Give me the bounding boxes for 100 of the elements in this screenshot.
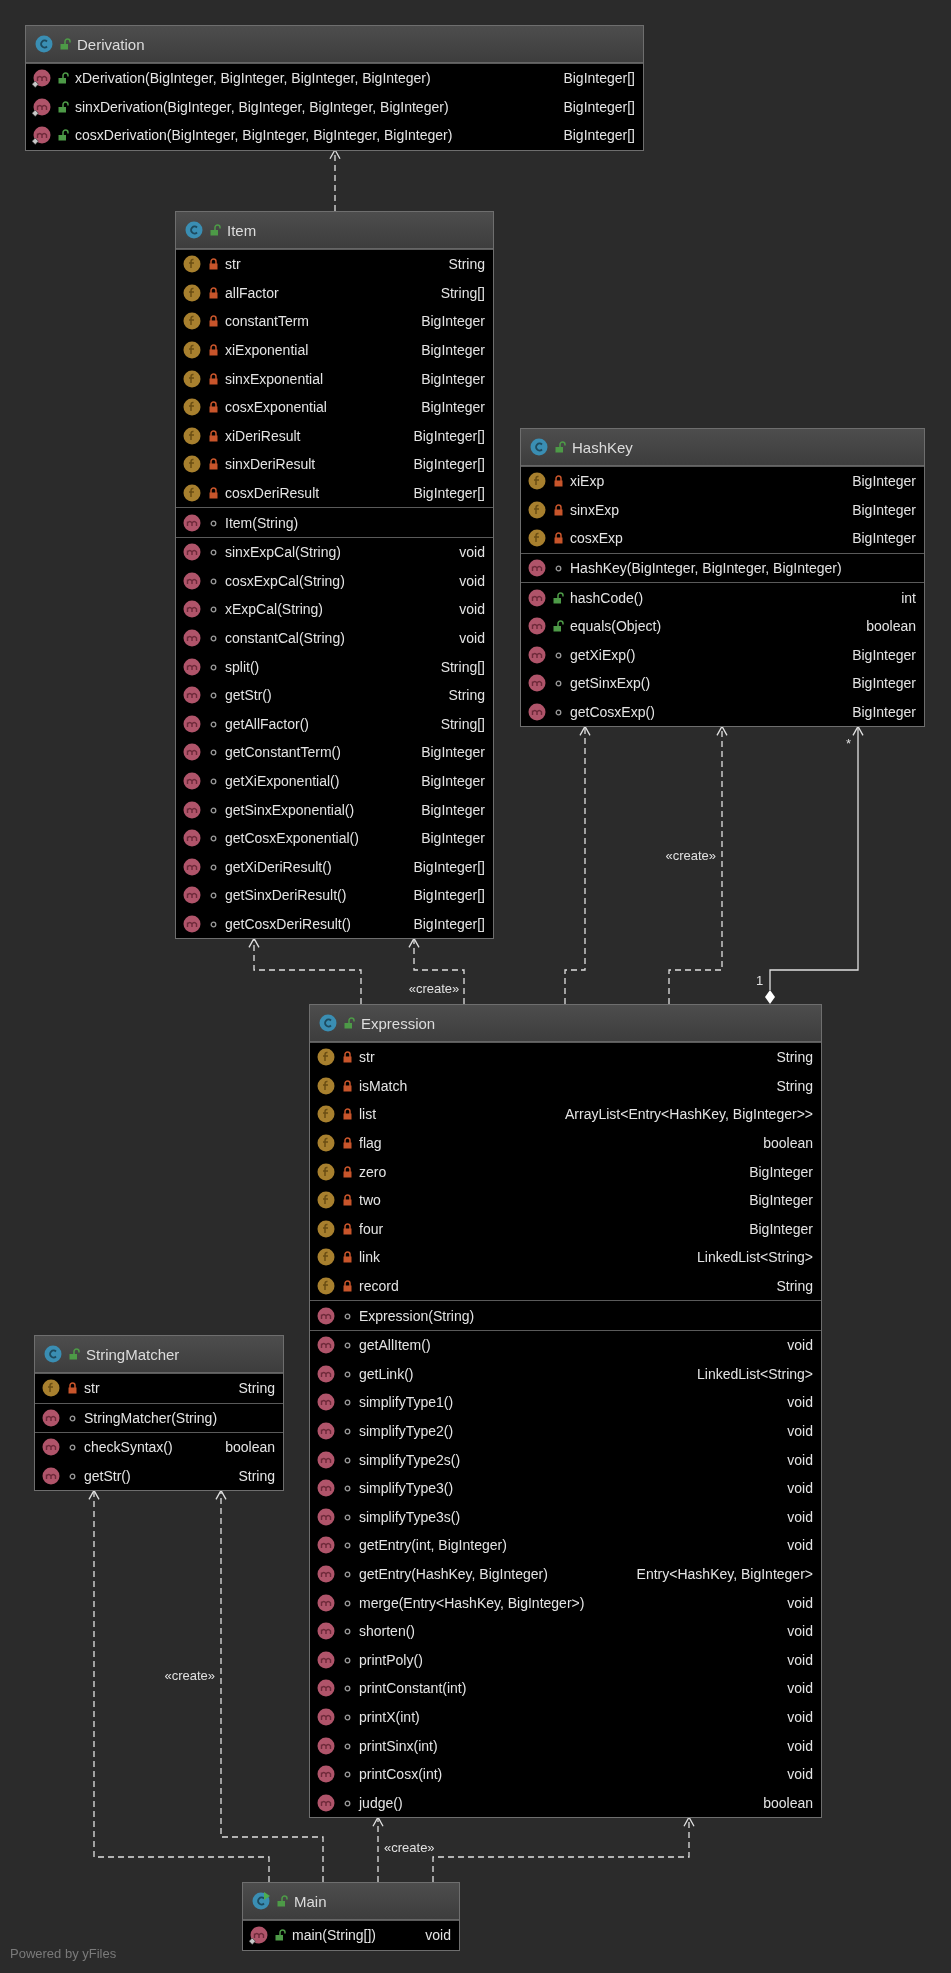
method-icon [316, 1506, 336, 1527]
field-icon [41, 1378, 61, 1399]
member-name: judge() [359, 1794, 404, 1811]
member-type: LinkedList<String> [697, 1365, 813, 1382]
member-name: sinxDeriResult [225, 456, 317, 473]
method-icon [41, 1466, 61, 1487]
multiplicity-label: 1 [756, 973, 764, 988]
member-type: String [776, 1077, 813, 1094]
class-icon [43, 1344, 63, 1364]
field-icon [182, 368, 202, 389]
member-name: merge(Entry<HashKey, BigInteger>) [359, 1594, 586, 1611]
member-name: HashKey(BigInteger, BigInteger, BigInteger) [570, 560, 843, 577]
multiplicity-label: * [846, 736, 852, 752]
member-type: int [901, 589, 916, 606]
member-type: void [459, 572, 485, 589]
member-type: ArrayList<Entry<HashKey, BigInteger>> [565, 1106, 813, 1123]
member-name: getEntry(HashKey, BigInteger) [359, 1566, 549, 1582]
member-name: allFactor [225, 284, 280, 301]
member-name: sinxExp [570, 501, 621, 518]
member-type: BigInteger [749, 1163, 813, 1180]
dependency-arrow [372, 1815, 384, 1883]
member-name: printX(int) [359, 1708, 421, 1725]
member-name: Expression(String) [359, 1307, 476, 1324]
member-type: BigInteger[] [413, 427, 485, 444]
field-icon [316, 1133, 336, 1154]
member-type: BigInteger [749, 1220, 813, 1237]
member-type: boolean [866, 618, 916, 635]
member-type: String [776, 1278, 813, 1295]
method-icon [182, 828, 202, 849]
method-icon [182, 771, 202, 791]
dependency-arrow [329, 148, 341, 212]
method-icon [182, 542, 202, 563]
method-icon [316, 1735, 336, 1756]
member-type: void [459, 630, 485, 646]
method-icon [316, 1706, 336, 1727]
class-node[interactable] [520, 428, 925, 728]
method-icon [182, 599, 202, 620]
member-name: getSinxDeriResult() [225, 887, 348, 904]
member-type: BigInteger [421, 399, 485, 416]
member-name: isMatch [359, 1077, 409, 1094]
member-name: getStr() [225, 687, 273, 704]
member-name: checkSyntax() [84, 1439, 174, 1456]
member-name: sinxExpCal(String) [225, 544, 342, 561]
member-type: BigInteger[] [563, 70, 635, 87]
stereotype-label: «create» [665, 848, 716, 863]
member-name: getLink() [359, 1365, 415, 1382]
class-name: Item [227, 221, 257, 239]
class-node[interactable] [175, 211, 494, 940]
member-type: void [787, 1680, 813, 1697]
member-type: BigInteger [749, 1192, 813, 1209]
member-name: printCosx(int) [359, 1766, 444, 1783]
member-type: BigInteger [421, 801, 485, 818]
member-type: void [787, 1766, 813, 1783]
field-icon [316, 1247, 336, 1268]
member-type: void [787, 1737, 813, 1754]
class-node[interactable] [309, 1004, 822, 1819]
member-name: constantCal(String) [225, 630, 346, 646]
class-icon [318, 1013, 338, 1033]
class-icon [529, 437, 549, 457]
member-type: void [787, 1708, 813, 1725]
field-icon [316, 1161, 336, 1182]
field-icon [182, 254, 202, 275]
member-type: String [776, 1049, 813, 1066]
member-type: BigInteger[] [413, 915, 485, 932]
class-name: Derivation [77, 35, 145, 53]
method-icon [316, 1363, 336, 1384]
member-type: void [787, 1623, 813, 1640]
member-name: sinxDerivation(BigInteger, BigInteger, BigInteger, BigInteger) [75, 98, 450, 115]
field-icon [182, 454, 202, 475]
member-type: boolean [763, 1135, 813, 1152]
member-name: xExpCal(String) [225, 601, 325, 618]
member-type: void [425, 1927, 451, 1944]
field-icon [316, 1190, 336, 1211]
member-type: BigInteger [852, 473, 916, 490]
class-node[interactable]: StringMatcher str String StringMatcher(String) checkSyntax() boolean getStr() String [34, 1335, 284, 1492]
method-icon [316, 1649, 336, 1670]
class-name: HashKey [572, 438, 633, 456]
member-name: sinxExponential [225, 370, 325, 387]
class-node[interactable]: Main main(String[]) void [242, 1882, 460, 1951]
member-name: getSinxExponential() [225, 801, 356, 818]
member-name: getStr() [84, 1468, 132, 1485]
member-type: String[] [440, 284, 485, 301]
member-type: BigInteger[] [563, 98, 635, 115]
member-type: void [787, 1394, 813, 1411]
field-icon [316, 1047, 336, 1068]
member-name: StringMatcher(String) [84, 1409, 219, 1426]
member-name: simplifyType1() [359, 1394, 455, 1411]
class-node[interactable] [25, 25, 644, 151]
member-name: shorten() [359, 1623, 417, 1640]
member-name: cosxDeriResult [225, 485, 321, 502]
method-icon [527, 644, 547, 665]
member-name: str [359, 1049, 376, 1066]
method-icon [527, 702, 547, 723]
field-icon [527, 499, 547, 520]
member-type: void [787, 1651, 813, 1668]
field-icon [316, 1075, 336, 1096]
method-icon [527, 558, 547, 579]
member-name: getCosxDeriResult() [225, 915, 353, 932]
method-icon [527, 587, 547, 608]
dependency-arrow [408, 937, 465, 1005]
